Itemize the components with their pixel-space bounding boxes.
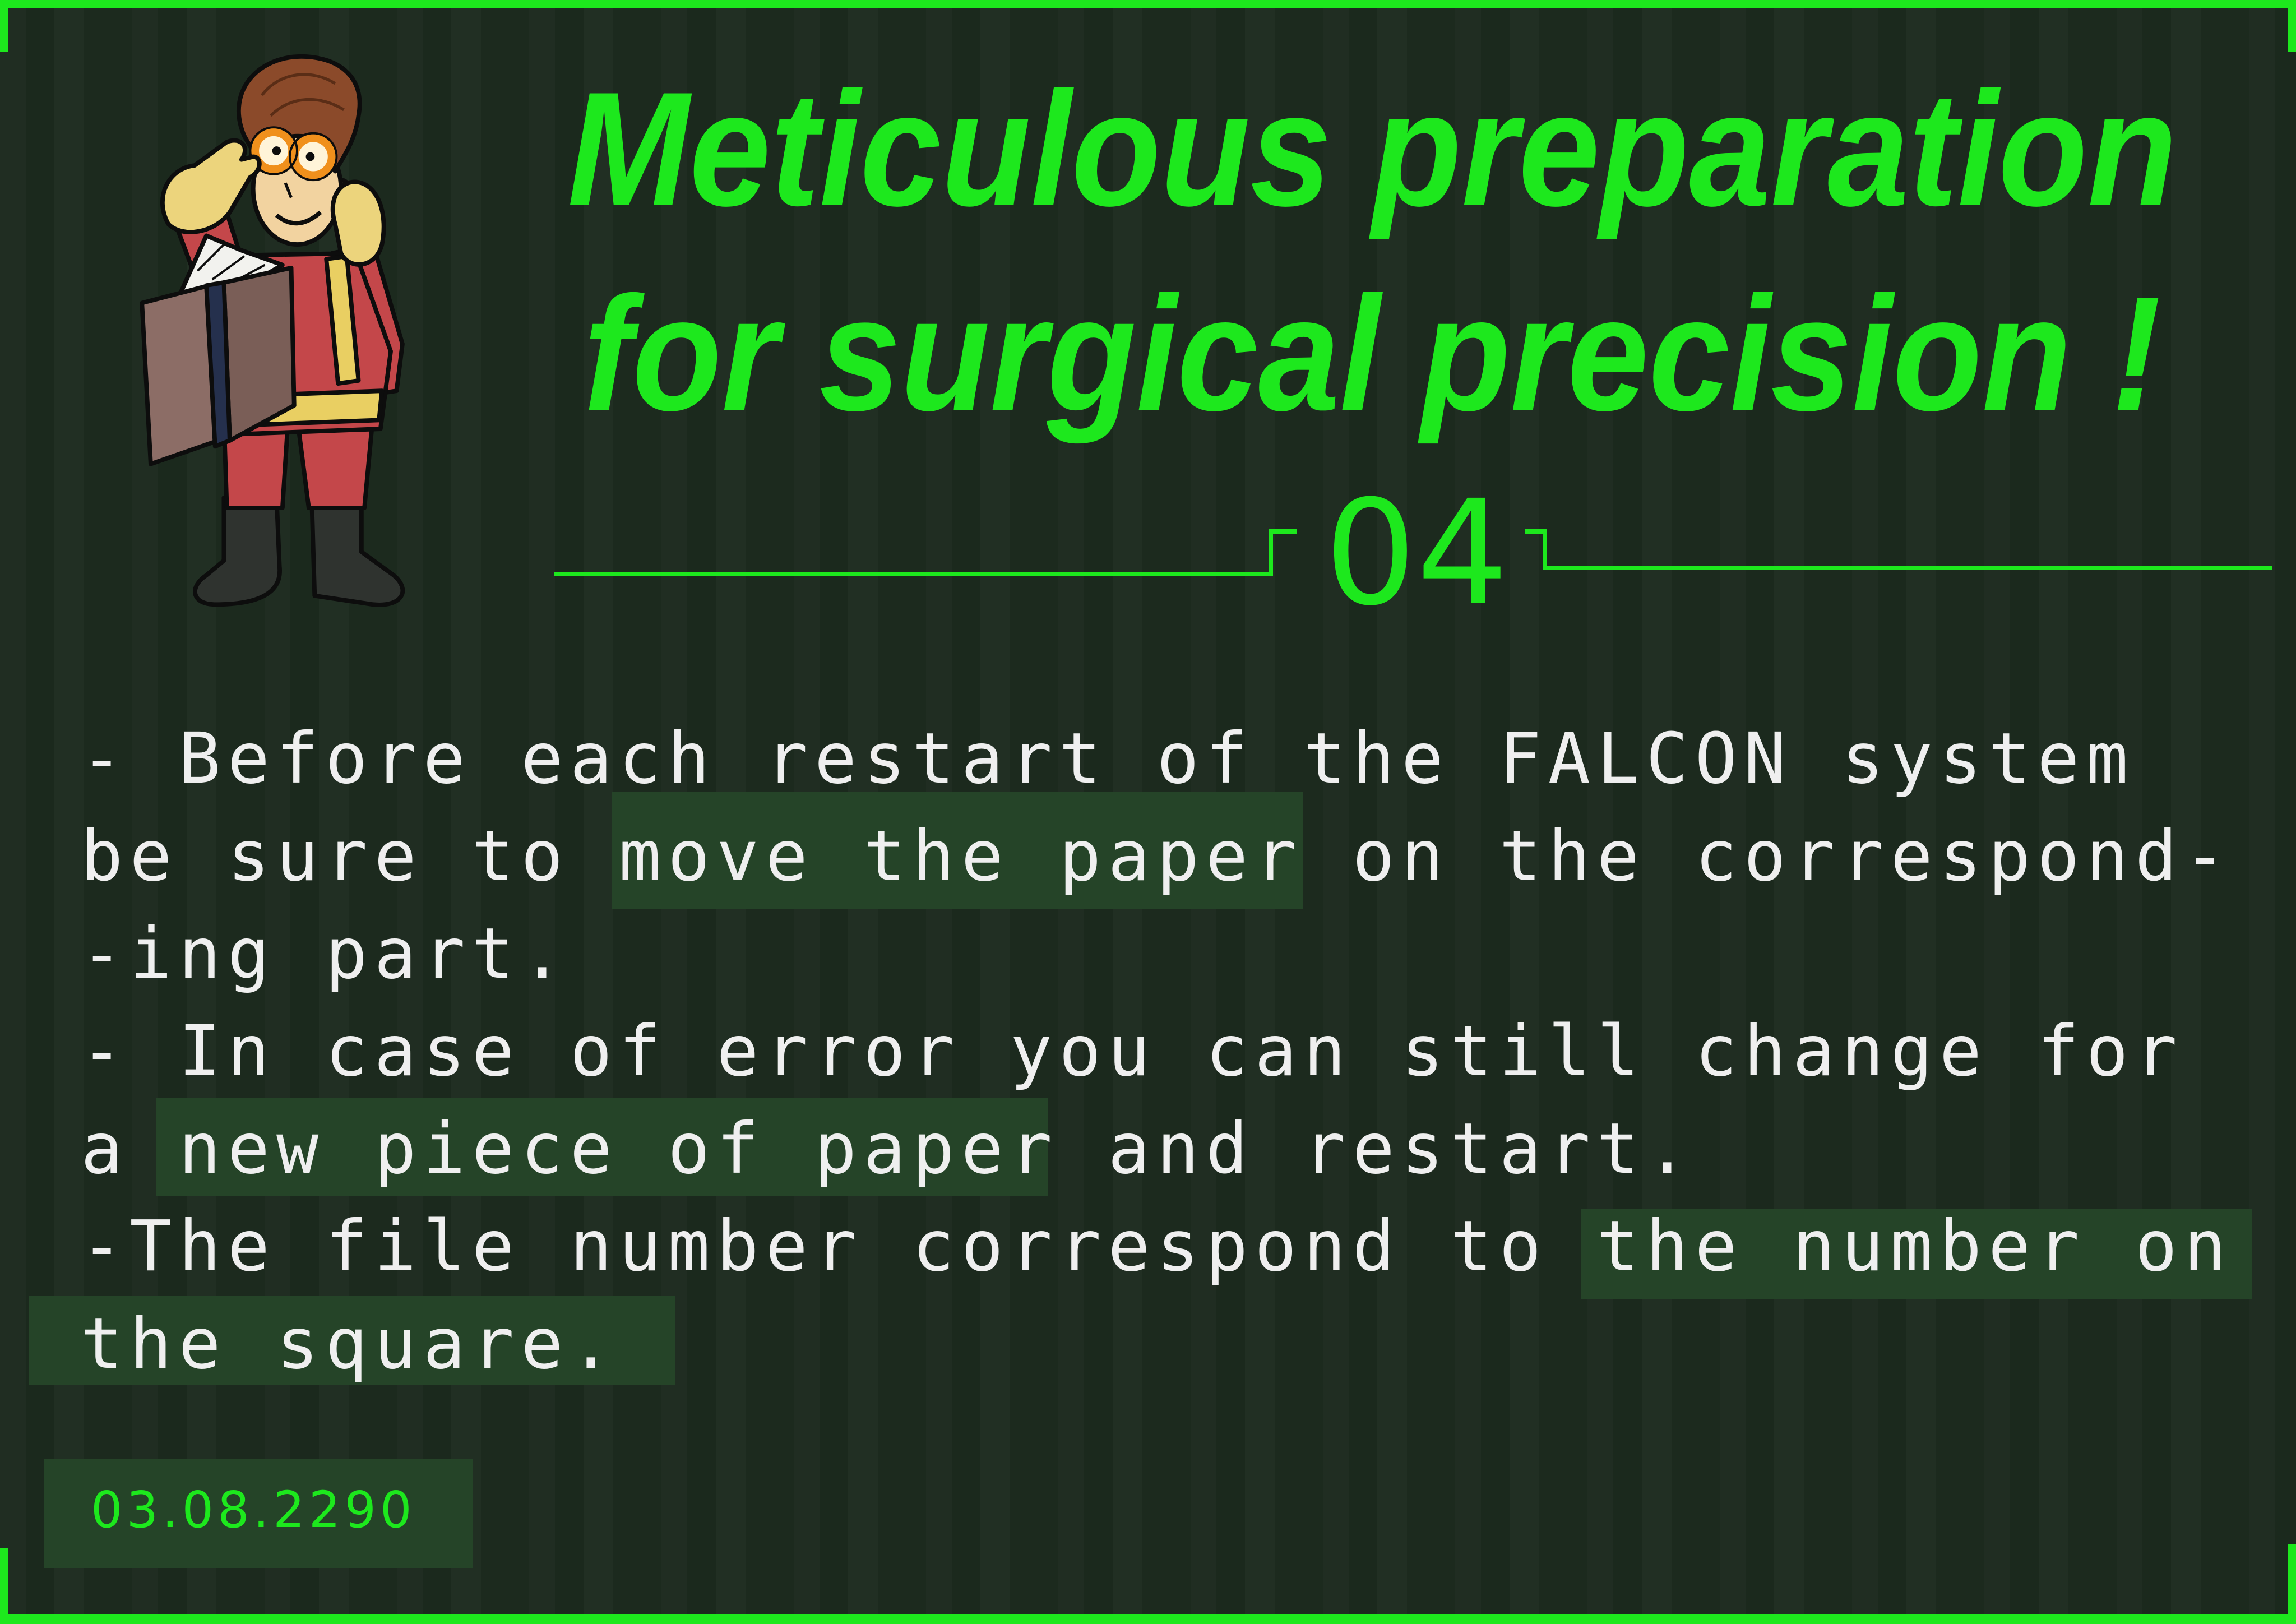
instruction-text: -The file number correspond to bbox=[81, 1206, 1597, 1287]
instruction-line: the square. bbox=[81, 1296, 2233, 1393]
instruction-line: -The file number correspond to the numbe… bbox=[81, 1198, 2233, 1296]
divider-left-line bbox=[554, 529, 1297, 576]
highlighted-phrase: move the paper bbox=[618, 816, 1304, 897]
frame-top-border bbox=[0, 0, 2296, 8]
instruction-text: be sure to bbox=[81, 816, 619, 897]
instruction-text: on the correspond- bbox=[1303, 816, 2233, 897]
frame-corner-bottom-left bbox=[0, 1548, 8, 1624]
instruction-text: - Before each restart of the FALCON syst… bbox=[81, 718, 2135, 799]
instruction-line: -ing part. bbox=[81, 905, 2233, 1003]
instruction-text: and restart. bbox=[1059, 1108, 1695, 1190]
instruction-line: be sure to move the paper on the corresp… bbox=[81, 808, 2233, 905]
instruction-card: Meticulous preparation for surgical prec… bbox=[0, 0, 2296, 1624]
frame-bottom-border bbox=[0, 1614, 2296, 1624]
highlighted-phrase: the number on bbox=[1596, 1206, 2233, 1287]
highlighted-phrase: the square. bbox=[81, 1303, 619, 1385]
instructions: - Before each restart of the FALCON syst… bbox=[81, 710, 2233, 1393]
section-number: 04 bbox=[1325, 471, 1508, 617]
instruction-line: a new piece of paper and restart. bbox=[81, 1100, 2233, 1198]
date-text: 03.08.2290 bbox=[91, 1480, 416, 1539]
frame-corner-bottom-right bbox=[2288, 1544, 2296, 1624]
divider-right-line bbox=[1525, 529, 2272, 570]
instruction-text: a bbox=[81, 1108, 179, 1190]
title-line-1: Meticulous preparation bbox=[567, 58, 2177, 240]
instruction-line: - In case of error you can still change … bbox=[81, 1003, 2233, 1100]
title-line-2: for surgical precision ! bbox=[584, 263, 2161, 445]
frame-corner-top-right bbox=[2288, 0, 2296, 52]
instruction-line: - Before each restart of the FALCON syst… bbox=[81, 710, 2233, 808]
character-boots bbox=[193, 495, 405, 607]
section-divider: 04 bbox=[554, 471, 2272, 617]
frame-corner-top-left bbox=[0, 0, 8, 52]
vault-boy-reading-book-icon bbox=[140, 54, 405, 607]
highlighted-phrase: new piece of paper bbox=[178, 1108, 1059, 1190]
instruction-text: - In case of error you can still change … bbox=[81, 1011, 2184, 1092]
instruction-text: -ing part. bbox=[81, 913, 570, 994]
